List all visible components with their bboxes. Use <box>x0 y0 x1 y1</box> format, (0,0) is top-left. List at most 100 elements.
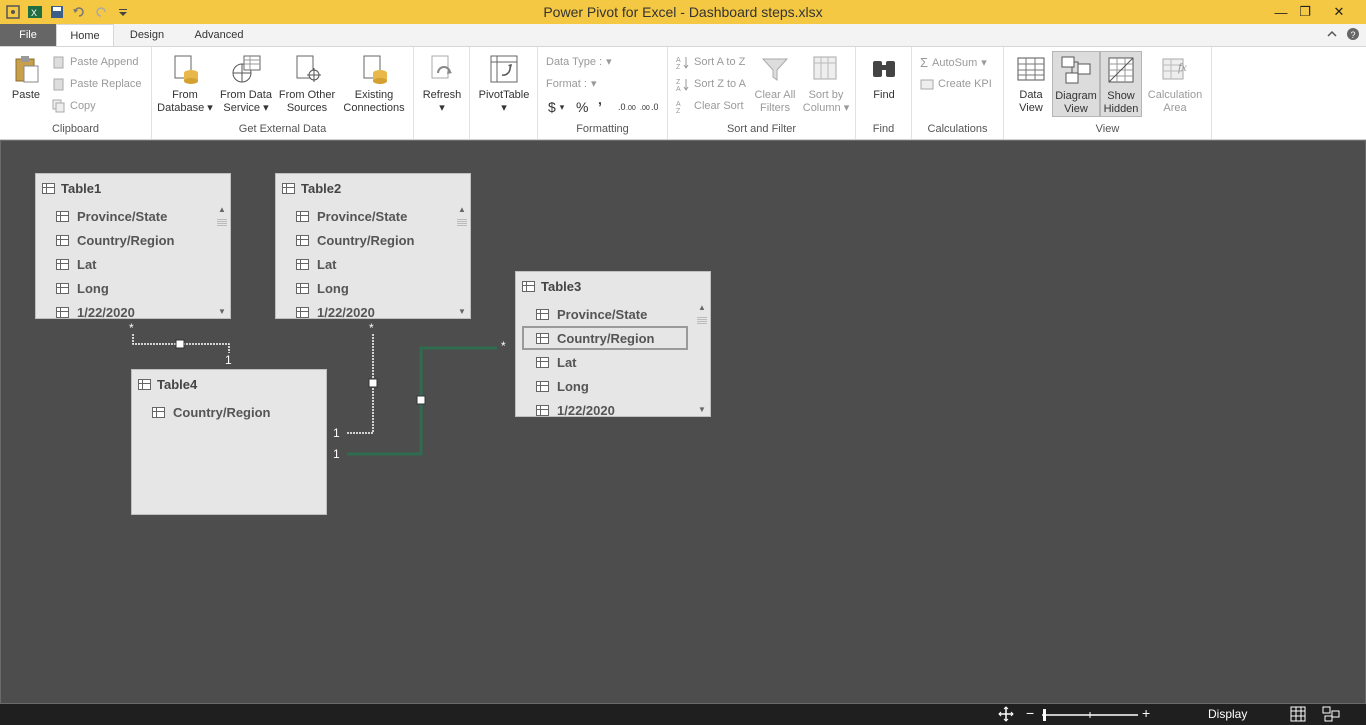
table-card-table2[interactable]: Table2 Province/State Country/Region Lat… <box>275 173 471 319</box>
display-label: Display <box>1208 707 1248 721</box>
find-group: Find Find <box>856 47 912 139</box>
relationship-marker[interactable] <box>175 339 185 349</box>
table-card-table4[interactable]: Table4 Country/Region <box>131 369 327 515</box>
help-icon[interactable]: ? <box>1346 27 1360 44</box>
increase-decimal-icon[interactable]: .0.00 <box>618 99 636 113</box>
find-button[interactable]: Find <box>862 53 906 102</box>
table-header[interactable]: Table1 <box>36 174 230 202</box>
data-view-button[interactable]: Data View <box>1010 53 1052 115</box>
scroll-thumb[interactable] <box>217 218 227 226</box>
paste-button[interactable]: Paste <box>6 53 46 102</box>
copy-button[interactable]: Copy <box>52 99 96 113</box>
comma-format-button[interactable]: ʼ <box>598 99 602 115</box>
zoom-slider[interactable] <box>1042 708 1142 725</box>
scroll-thumb[interactable] <box>697 316 707 324</box>
column-item[interactable]: Lat <box>36 252 214 276</box>
from-database-line2: Database <box>157 102 205 114</box>
sort-by-column-button[interactable]: Sort by Column ▾ <box>800 53 852 115</box>
diagram-canvas[interactable]: * 1 * 1 * 1 Table1 Province/State Countr… <box>0 140 1366 704</box>
relationship-marker[interactable] <box>368 378 378 388</box>
column-item[interactable]: Country/Region <box>276 228 454 252</box>
scroll-down-icon[interactable]: ▼ <box>454 306 470 318</box>
column-item[interactable]: Country/Region <box>132 400 326 424</box>
clear-all-filters-button[interactable]: Clear All Filters <box>752 53 798 115</box>
column-icon <box>536 404 549 416</box>
column-name: Country/Region <box>557 330 655 346</box>
decrease-decimal-icon[interactable]: .00.0 <box>640 99 658 113</box>
create-kpi-button[interactable]: Create KPI <box>920 77 992 91</box>
scroll-thumb[interactable] <box>457 218 467 226</box>
from-other-sources-button[interactable]: From Other Sources <box>276 53 338 115</box>
table-header[interactable]: Table3 <box>516 272 710 300</box>
diagram-view-status-icon[interactable] <box>1322 706 1340 725</box>
sort-a-to-z-button[interactable]: AZ Sort A to Z <box>676 55 746 71</box>
clipboard-group: Paste Paste Append Paste Replace Copy Cl… <box>0 47 152 139</box>
column-item[interactable]: Province/State <box>516 302 694 326</box>
data-type-dropdown[interactable]: Data Type : ▾ <box>546 55 612 69</box>
column-item[interactable]: Province/State <box>36 204 214 228</box>
column-item[interactable]: 1/22/2020 <box>276 300 454 318</box>
scroll-down-icon[interactable]: ▼ <box>694 404 710 416</box>
column-item[interactable]: Lat <box>516 350 694 374</box>
table-scrollbar[interactable]: ▲ ▼ <box>694 302 710 416</box>
tab-design[interactable]: Design <box>118 24 176 46</box>
refresh-button[interactable]: Refresh ▾ <box>418 53 466 115</box>
scroll-up-icon[interactable]: ▲ <box>454 204 470 216</box>
table-header[interactable]: Table4 <box>132 370 326 398</box>
data-view-line2: View <box>1019 102 1043 114</box>
column-item[interactable]: Lat <box>276 252 454 276</box>
format-dropdown[interactable]: Format : ▾ <box>546 77 596 91</box>
restore-button[interactable]: ❐ <box>1288 0 1322 24</box>
tab-advanced[interactable]: Advanced <box>180 24 258 46</box>
sort-za-icon: ZA <box>676 77 690 93</box>
scroll-up-icon[interactable]: ▲ <box>694 302 710 314</box>
table-icon <box>42 182 55 194</box>
format-label: Format : <box>546 77 587 90</box>
column-item[interactable]: Long <box>36 276 214 300</box>
table-card-table1[interactable]: Table1 Province/State Country/Region Lat… <box>35 173 231 319</box>
column-item[interactable]: Province/State <box>276 204 454 228</box>
calculation-area-button[interactable]: fx Calculation Area <box>1144 53 1206 115</box>
scroll-up-icon[interactable]: ▲ <box>214 204 230 216</box>
percent-format-button[interactable]: % <box>576 99 588 115</box>
diagram-view-button[interactable]: Diagram View <box>1052 51 1100 117</box>
zoom-in-icon[interactable]: + <box>1142 705 1150 721</box>
zoom-out-icon[interactable]: − <box>1026 705 1034 721</box>
collapse-ribbon-icon[interactable] <box>1326 28 1338 43</box>
currency-format-button[interactable]: $ ▾ <box>548 99 564 115</box>
table-scrollbar[interactable]: ▲ ▼ <box>454 204 470 318</box>
close-button[interactable]: ✕ <box>1322 0 1356 24</box>
sort-z-to-a-button[interactable]: ZA Sort Z to A <box>676 77 746 93</box>
paste-replace-button[interactable]: Paste Replace <box>52 77 142 91</box>
column-item-selected[interactable]: Country/Region <box>522 326 688 350</box>
refresh-label: Refresh <box>422 89 462 101</box>
column-list: Country/Region <box>132 400 326 514</box>
from-data-service-button[interactable]: From Data Service ▾ <box>216 53 276 115</box>
pivottable-button[interactable]: PivotTable ▾ <box>474 53 534 115</box>
tab-file[interactable]: File <box>0 24 56 46</box>
existing-connections-button[interactable]: Existing Connections <box>338 53 410 115</box>
column-item[interactable]: 1/22/2020 <box>516 398 694 416</box>
autosum-button[interactable]: Σ AutoSum ▾ <box>920 55 987 70</box>
show-hidden-button[interactable]: Show Hidden <box>1100 51 1142 117</box>
diagram-view-icon <box>1060 54 1092 86</box>
sort-a-to-z-label: Sort A to Z <box>694 56 746 68</box>
table-card-table3[interactable]: Table3 Province/State Country/Region Lat… <box>515 271 711 417</box>
data-service-icon <box>230 53 262 85</box>
scroll-down-icon[interactable]: ▼ <box>214 306 230 318</box>
table-scrollbar[interactable]: ▲ ▼ <box>214 204 230 318</box>
paste-append-button[interactable]: Paste Append <box>52 55 139 69</box>
fit-to-screen-icon[interactable] <box>996 706 1016 725</box>
table-header[interactable]: Table2 <box>276 174 470 202</box>
column-item[interactable]: Long <box>516 374 694 398</box>
grid-view-icon[interactable] <box>1290 706 1306 725</box>
from-other-sources-line2: Sources <box>286 102 328 114</box>
tab-home[interactable]: Home <box>56 24 114 47</box>
external-data-group-label: Get External Data <box>238 123 327 135</box>
column-item[interactable]: Long <box>276 276 454 300</box>
column-item[interactable]: 1/22/2020 <box>36 300 214 318</box>
from-database-button[interactable]: From Database ▾ <box>156 53 214 115</box>
clear-sort-button[interactable]: AZ Clear Sort <box>676 99 744 115</box>
column-item[interactable]: Country/Region <box>36 228 214 252</box>
relationship-marker[interactable] <box>416 395 426 405</box>
